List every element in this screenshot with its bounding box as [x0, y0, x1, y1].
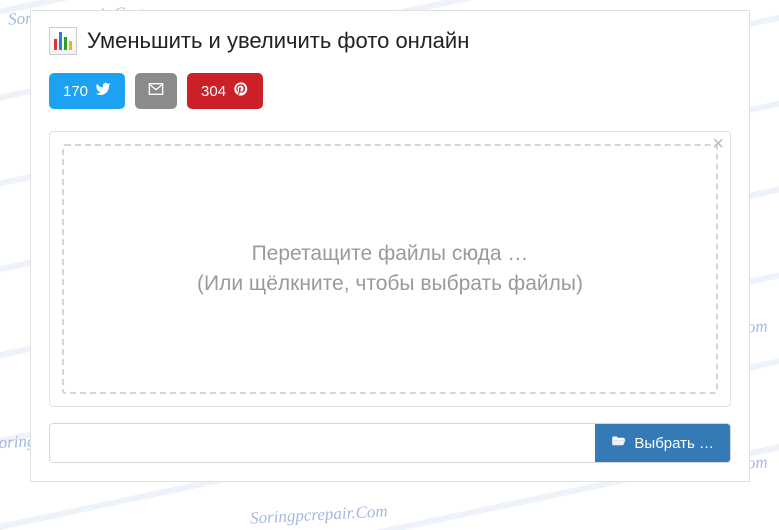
twitter-count: 170	[63, 83, 88, 100]
browse-button[interactable]: Выбрать …	[595, 424, 730, 462]
email-icon	[148, 81, 164, 101]
share-email-button[interactable]	[135, 73, 177, 109]
browse-button-label: Выбрать …	[634, 435, 714, 452]
main-card: Уменьшить и увеличить фото онлайн 170 30…	[30, 10, 750, 482]
file-dropzone[interactable]: Перетащите файлы сюда … (Или щёлкните, ч…	[62, 144, 718, 394]
file-path-field[interactable]	[50, 424, 595, 462]
twitter-icon	[95, 81, 111, 101]
share-row: 170 304	[49, 73, 731, 109]
dropzone-text-2: (Или щёлкните, чтобы выбрать файлы)	[197, 272, 583, 296]
dropzone-text-1: Перетащите файлы сюда …	[252, 242, 529, 266]
watermark: Soringpcrepair.Com	[250, 501, 389, 528]
app-logo-icon	[49, 27, 77, 55]
file-select-row: Выбрать …	[49, 423, 731, 463]
pinterest-icon	[233, 81, 249, 101]
share-pinterest-button[interactable]: 304	[187, 73, 263, 109]
dropzone-panel: × Перетащите файлы сюда … (Или щёлкните,…	[49, 131, 731, 407]
share-twitter-button[interactable]: 170	[49, 73, 125, 109]
page-title: Уменьшить и увеличить фото онлайн	[87, 28, 469, 54]
folder-open-icon	[611, 434, 626, 453]
close-icon[interactable]: ×	[712, 134, 724, 154]
header: Уменьшить и увеличить фото онлайн	[49, 27, 731, 55]
pinterest-count: 304	[201, 83, 226, 100]
